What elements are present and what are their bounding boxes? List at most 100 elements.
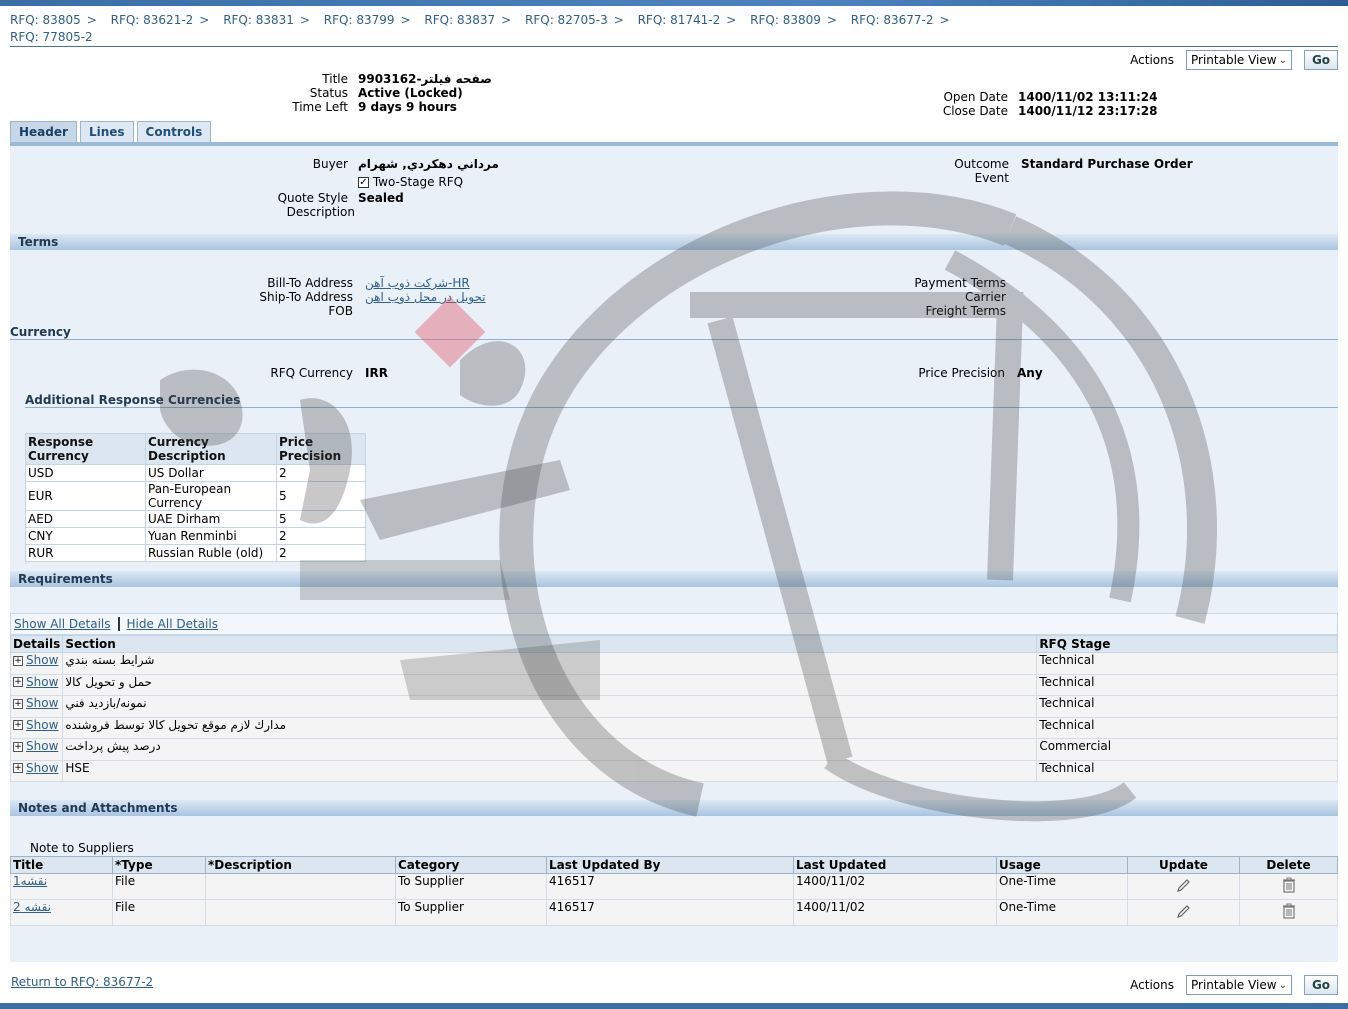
details-cell: + Show bbox=[9, 738, 64, 761]
bill-to-link[interactable]: شركت ذوب آهن-HR bbox=[365, 276, 470, 290]
table-cell: 2 bbox=[276, 464, 366, 482]
updated-cell: 1400/11/02 bbox=[793, 899, 997, 926]
actions-select[interactable]: Printable View ⌄ bbox=[1186, 50, 1292, 70]
attachments-table: Title *Type *Description Category Last U… bbox=[10, 856, 1338, 926]
category-cell: To Supplier bbox=[395, 899, 547, 926]
tab-header[interactable]: Header bbox=[10, 121, 77, 142]
pencil-icon[interactable] bbox=[1176, 903, 1192, 919]
attachment-title-link[interactable]: نقشه 2 bbox=[13, 900, 51, 914]
stage-cell: Technical bbox=[1036, 695, 1338, 718]
expand-icon[interactable]: + bbox=[13, 698, 23, 709]
close-date-label: Close Date bbox=[942, 104, 1008, 118]
toolbar-separator bbox=[117, 617, 120, 631]
open-date-value: 1400/11/02 13:11:24 bbox=[1018, 90, 1158, 104]
payment-terms-label: Payment Terms bbox=[914, 276, 1006, 290]
header-fields: Buyer مرداني دهكردي, شهرام ✓ Two-Stage RF… bbox=[200, 157, 600, 219]
expand-icon[interactable]: + bbox=[13, 655, 23, 666]
breadcrumb-separator: > bbox=[86, 13, 97, 27]
show-link[interactable]: Show bbox=[26, 761, 58, 775]
notes-section-header: Notes and Attachments bbox=[10, 800, 1338, 816]
title-cell: نقشه 2 bbox=[10, 899, 113, 926]
expand-icon[interactable]: + bbox=[13, 720, 23, 730]
breadcrumb-link[interactable]: RFQ: 83805 bbox=[10, 13, 81, 27]
section-cell: نمونه/بازديد فني bbox=[62, 695, 1038, 718]
chevron-down-icon: ⌄ bbox=[1278, 54, 1287, 66]
breadcrumb-link[interactable]: RFQ: 83809 bbox=[750, 13, 821, 27]
go-button[interactable]: Go bbox=[1304, 50, 1338, 70]
breadcrumb-separator: > bbox=[199, 13, 210, 27]
column-header: Price Precision bbox=[276, 433, 366, 465]
table-cell: CNY bbox=[25, 527, 146, 545]
table-row: EUR Pan-European Currency 5 bbox=[25, 481, 366, 511]
return-link[interactable]: Return to RFQ: 83677-2 bbox=[11, 975, 153, 989]
breadcrumb-separator: > bbox=[299, 13, 310, 27]
quote-style-value: Sealed bbox=[358, 191, 404, 205]
show-all-details-link[interactable]: Show All Details bbox=[14, 617, 111, 631]
trash-icon[interactable] bbox=[1282, 877, 1296, 893]
rfq-currency-label: RFQ Currency bbox=[270, 366, 353, 380]
show-link[interactable]: Show bbox=[26, 675, 58, 689]
response-currencies-table: Response Currency Currency Description P… bbox=[25, 433, 366, 562]
column-header: RFQ Stage bbox=[1036, 635, 1338, 653]
table-row: RUR Russian Ruble (old) 2 bbox=[25, 544, 366, 562]
breadcrumb-link[interactable]: RFQ: 81741-2 bbox=[638, 13, 721, 27]
breadcrumb-link[interactable]: RFQ: 83621-2 bbox=[111, 13, 194, 27]
chevron-down-icon: ⌄ bbox=[1278, 979, 1287, 991]
go-button[interactable]: Go bbox=[1304, 975, 1338, 995]
breadcrumb-link[interactable]: RFQ: 83837 bbox=[424, 13, 495, 27]
show-link[interactable]: Show bbox=[26, 739, 58, 753]
breadcrumb: RFQ: 83805 > RFQ: 83621-2 > RFQ: 83831 > RF… bbox=[10, 11, 1340, 29]
price-precision-value: Any bbox=[1017, 366, 1043, 380]
table-cell: USD bbox=[25, 464, 146, 482]
table-cell: EUR bbox=[25, 481, 146, 511]
expand-icon[interactable]: + bbox=[13, 677, 23, 687]
event-label: Event bbox=[974, 171, 1009, 185]
breadcrumb-link[interactable]: RFQ: 82705-3 bbox=[525, 13, 608, 27]
breadcrumb-link[interactable]: RFQ: 83677-2 bbox=[851, 13, 934, 27]
breadcrumb-separator: > bbox=[400, 13, 411, 27]
category-cell: To Supplier bbox=[395, 873, 547, 900]
column-header: Currency Description bbox=[145, 433, 277, 465]
expand-icon[interactable]: + bbox=[13, 741, 23, 752]
table-cell: 2 bbox=[276, 527, 366, 545]
tab-controls[interactable]: Controls bbox=[136, 121, 212, 142]
breadcrumb-link[interactable]: RFQ: 83799 bbox=[324, 13, 395, 27]
hide-all-details-link[interactable]: Hide All Details bbox=[127, 617, 218, 631]
ship-to-link[interactable]: تحويل در محل ذوب اهن bbox=[365, 290, 486, 304]
terms-section-header: Terms bbox=[10, 234, 1338, 250]
breadcrumb-link[interactable]: RFQ: 83831 bbox=[223, 13, 294, 27]
section-cell: مدارك لازم موقع تحويل كالا توسط فروشنده bbox=[62, 716, 1038, 739]
table-row: + Show مدارك لازم موقع تحويل كالا توسط فرو… bbox=[9, 716, 1338, 739]
table-row: + Show حمل و تحويل كالا Technical bbox=[9, 673, 1338, 696]
status-value: Active (Locked) bbox=[358, 86, 463, 100]
title-label: Title bbox=[322, 72, 348, 86]
table-cell: RUR bbox=[25, 544, 146, 562]
show-link[interactable]: Show bbox=[26, 718, 58, 732]
pencil-icon[interactable] bbox=[1176, 877, 1192, 893]
trash-icon[interactable] bbox=[1282, 903, 1296, 919]
summary-right: Open Date 1400/11/02 13:11:24 Close Date 1… bbox=[880, 90, 1180, 118]
show-link[interactable]: Show bbox=[26, 653, 58, 667]
attachment-title-link[interactable]: نقشه1 bbox=[13, 874, 47, 888]
freight-terms-label: Freight Terms bbox=[925, 304, 1007, 318]
expand-icon[interactable]: + bbox=[13, 763, 23, 773]
column-header: Last Updated By bbox=[546, 856, 794, 874]
show-link[interactable]: Show bbox=[26, 696, 58, 710]
details-cell: + Show bbox=[9, 716, 64, 739]
actions-select[interactable]: Printable View ⌄ bbox=[1186, 975, 1292, 995]
tab-lines[interactable]: Lines bbox=[79, 121, 134, 142]
column-header: Title bbox=[10, 856, 113, 874]
currency-divider bbox=[10, 339, 1338, 340]
requirements-table: Details Section RFQ Stage + Show شرايط بست… bbox=[9, 635, 1338, 782]
table-header-row: Details Section RFQ Stage bbox=[9, 635, 1338, 653]
description-column-label: *Description bbox=[208, 858, 292, 872]
usage-cell: One-Time bbox=[996, 873, 1128, 900]
buyer-label: Buyer bbox=[312, 157, 348, 171]
table-header-row: Response Currency Currency Description P… bbox=[25, 433, 366, 465]
additional-currencies-header: Additional Response Currencies bbox=[25, 393, 241, 407]
title-value: صفحه فیلتر-9903162 bbox=[358, 72, 492, 86]
description-label: Description bbox=[286, 205, 355, 219]
table-row: + Show HSE Technical bbox=[9, 759, 1338, 782]
footer-bar bbox=[0, 1003, 1348, 1009]
table-cell: US Dollar bbox=[145, 464, 277, 482]
